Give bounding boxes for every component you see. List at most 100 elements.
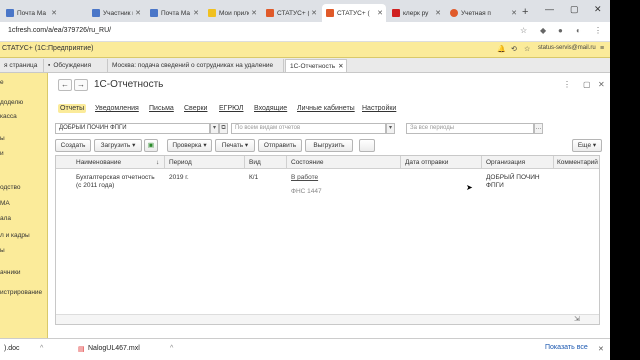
chevron-up-icon[interactable]: ^ <box>40 345 43 352</box>
chevron-up-icon[interactable]: ^ <box>170 345 173 352</box>
close-icon[interactable]: ✕ <box>338 62 343 70</box>
browser-tab[interactable]: Мои прилож✕ <box>204 4 260 22</box>
download-item[interactable]: NalogUL467.mxl <box>88 345 140 352</box>
sidebar-item[interactable]: и <box>0 150 4 157</box>
download-item[interactable]: ).doc <box>4 345 20 352</box>
column-divider[interactable] <box>553 156 554 169</box>
chevron-down-icon[interactable]: ▾ <box>386 123 395 134</box>
browser-tab[interactable]: Учетная п ✕ <box>446 4 520 22</box>
column-divider[interactable] <box>286 156 287 169</box>
extra-button[interactable] <box>359 139 375 152</box>
maximize-icon[interactable]: ▢ <box>570 4 579 15</box>
column-header-comment[interactable]: Комментарий <box>557 159 598 166</box>
chevron-down-icon[interactable]: ▾ <box>210 123 219 134</box>
sidebar-item[interactable]: е <box>0 79 4 86</box>
unload-button[interactable]: Выгрузить <box>305 139 353 152</box>
maximize-icon[interactable]: ▢ <box>583 80 591 89</box>
browser-tab-active[interactable]: СТАТУС+ (✕ <box>322 4 386 22</box>
scroll-end-icon[interactable]: ⇲ <box>574 315 580 323</box>
horizontal-scrollbar[interactable]: ⇲ <box>56 314 599 324</box>
menu-icon[interactable]: ⋮ <box>594 26 602 35</box>
column-header-period[interactable]: Период <box>169 159 192 166</box>
browser-tab[interactable]: Почта Ма ✕ <box>146 4 202 22</box>
browser-tab[interactable]: Участник к ✕ <box>88 4 144 22</box>
extension-icon[interactable]: ◐ <box>576 26 581 35</box>
check-button[interactable]: Проверка ▾ <box>167 139 212 152</box>
close-icon[interactable]: ✕ <box>598 80 605 89</box>
sort-icon[interactable]: ↓ <box>156 159 159 166</box>
close-icon[interactable]: ✕ <box>51 9 57 17</box>
open-tab-home[interactable]: я страница <box>0 59 44 72</box>
profile-icon[interactable]: ● <box>558 26 563 35</box>
sidebar-item[interactable]: МА <box>0 200 10 207</box>
open-icon[interactable]: ⧉ <box>219 123 228 134</box>
browser-tab[interactable]: Почта Ма ✕ <box>2 4 60 22</box>
bell-icon[interactable]: 🔔 <box>497 45 506 53</box>
organization-field[interactable]: ДОБРЫЙ ПОЧИН ФПГИ <box>55 123 210 134</box>
period-field[interactable]: За все периоды <box>406 123 534 134</box>
open-tab-1c-reporting[interactable]: 1С-Отчетность ✕ <box>285 59 347 72</box>
star-icon[interactable]: ☆ <box>520 26 527 35</box>
sidebar-item[interactable]: истрирование <box>0 289 42 296</box>
tab-egrul[interactable]: ЕГРЮЛ <box>217 104 245 113</box>
close-icon[interactable]: ✕ <box>251 9 257 17</box>
column-header-organization[interactable]: Организация <box>486 159 525 166</box>
column-divider[interactable] <box>400 156 401 169</box>
browser-tab[interactable]: клерк ру ✕ <box>388 4 444 22</box>
sidebar-item[interactable]: доделю <box>0 99 23 106</box>
extension-icon[interactable]: ◆ <box>540 26 546 35</box>
back-button[interactable]: ← <box>58 79 72 91</box>
forward-button[interactable]: → <box>74 79 88 91</box>
send-button[interactable]: Отправить <box>258 139 302 152</box>
sidebar-item[interactable]: ы <box>0 247 5 254</box>
load-button[interactable]: Загрузить ▾ <box>94 139 142 152</box>
favorite-icon[interactable]: ☆ <box>524 45 530 53</box>
sidebar-item[interactable]: одство <box>0 184 21 191</box>
history-icon[interactable]: ⟲ <box>511 45 517 53</box>
column-header-name[interactable]: Наименование <box>76 159 121 166</box>
settings-icon[interactable]: ≡ <box>600 45 604 52</box>
tab-letters[interactable]: Письма <box>147 104 176 113</box>
sidebar-item[interactable]: касса <box>0 113 17 120</box>
tab-notifications[interactable]: Уведомления <box>93 104 141 113</box>
close-icon[interactable]: ✕ <box>511 9 517 17</box>
more-icon[interactable]: … <box>534 123 543 134</box>
close-icon[interactable]: ✕ <box>311 9 317 17</box>
report-kind-field[interactable]: По всем видам отчетов <box>231 123 386 134</box>
column-header-state[interactable]: Состояние <box>291 159 323 166</box>
sidebar-item[interactable]: ала <box>0 215 11 222</box>
address-bar[interactable]: 1cfresh.com/a/ea/379726/ru_RU/ ☆ ◆ ● ◐ ⋮ <box>0 22 610 42</box>
sidebar-item[interactable]: ы <box>0 135 5 142</box>
column-divider[interactable] <box>164 156 165 169</box>
column-divider[interactable] <box>481 156 482 169</box>
tab-personal-accounts[interactable]: Личные кабинеты <box>295 104 357 113</box>
show-all-link[interactable]: Показать все <box>545 344 588 351</box>
more-button[interactable]: Еще ▾ <box>572 139 602 152</box>
tab-reports[interactable]: Отчеты <box>58 104 87 113</box>
window-close-icon[interactable]: ✕ <box>594 4 602 15</box>
user-name[interactable]: status-servis@mail.ru <box>538 45 596 51</box>
close-icon[interactable]: ✕ <box>377 9 383 17</box>
close-icon[interactable]: ✕ <box>193 9 199 17</box>
sidebar-item[interactable]: л и кадры <box>0 232 30 239</box>
tab-settings[interactable]: Настройки <box>360 104 398 113</box>
minimize-icon[interactable]: — <box>545 4 554 14</box>
close-icon[interactable]: ✕ <box>598 345 604 353</box>
open-tab-discussions[interactable]: ▪ Обсуждения <box>44 59 108 72</box>
close-icon[interactable]: ✕ <box>135 9 141 17</box>
url-text[interactable]: 1cfresh.com/a/ea/379726/ru_RU/ <box>8 27 111 34</box>
create-button[interactable]: Создать <box>55 139 91 152</box>
print-button[interactable]: Печать ▾ <box>215 139 255 152</box>
column-header-kind[interactable]: Вид <box>249 159 261 166</box>
link-icon[interactable]: ⋮ <box>563 80 571 89</box>
browser-tab[interactable]: СТАТУС+ (✕ <box>262 4 320 22</box>
tab-reconciliations[interactable]: Сверки <box>182 104 209 113</box>
close-icon[interactable]: ✕ <box>435 9 441 17</box>
open-tab-moscow[interactable]: Москва: подача сведений о сотрудниках на… <box>108 59 284 72</box>
new-tab-icon[interactable]: + <box>522 6 528 18</box>
tab-incoming[interactable]: Входящие <box>252 104 289 113</box>
cell-state-link[interactable]: В работе <box>291 174 318 182</box>
column-divider[interactable] <box>244 156 245 169</box>
sidebar-item[interactable]: ачники <box>0 269 21 276</box>
excel-icon[interactable]: ▣ <box>144 139 158 152</box>
